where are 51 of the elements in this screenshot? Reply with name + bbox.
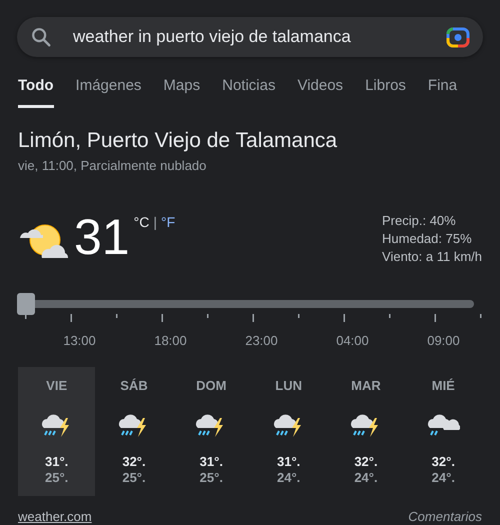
search-tab[interactable]: Noticias [222, 77, 276, 108]
forecast-day[interactable]: LUN 31°. 24°. [250, 367, 328, 496]
time-label: 13:00 [62, 332, 97, 350]
low-temp: 24°. [276, 470, 302, 486]
day-label: VIE [45, 377, 68, 395]
camera-icon[interactable] [446, 26, 470, 48]
day-label: MIÉ [430, 377, 456, 395]
time-label: 23:00 [244, 332, 279, 350]
low-temp: 24°. [353, 470, 379, 486]
day-label: DOM [195, 377, 228, 395]
day-label: SÁB [119, 377, 149, 395]
high-temp: 32°. [353, 454, 379, 470]
high-temp: 32°. [121, 454, 147, 470]
forecast-day[interactable]: MIÉ 32°. 24°. [404, 367, 482, 496]
time-label: 09:00 [426, 332, 461, 350]
time-label: 04:00 [335, 332, 370, 350]
timeline-slider[interactable] [18, 292, 474, 314]
search-tab[interactable]: Imágenes [76, 77, 142, 108]
forecast-day[interactable]: DOM 31°. 25°. [172, 367, 250, 496]
forecast-day[interactable]: SÁB 32°. 25°. [95, 367, 173, 496]
search-field[interactable]: weather in puerto viejo de talamanca [17, 17, 483, 57]
day-label: LUN [274, 377, 303, 395]
low-temp: 25°. [198, 470, 224, 486]
weather-detail: Precip.: 40% [382, 212, 457, 230]
low-temp: 24°. [430, 470, 456, 486]
high-temp: 31°. [276, 454, 302, 470]
feedback-link[interactable]: Comentarios [408, 506, 482, 525]
unit-separator: | [153, 214, 157, 230]
low-temp: 25°. [121, 470, 147, 486]
time-label: 18:00 [153, 332, 188, 350]
search-tab[interactable]: Videos [297, 77, 344, 108]
forecast-day[interactable]: MAR 32°. 24°. [327, 367, 405, 496]
high-temp: 31°. [198, 454, 224, 470]
weather-detail: Viento: a 11 km/h [382, 248, 482, 266]
search-tab[interactable]: Fina [428, 77, 458, 108]
search-tab[interactable]: Todo [18, 77, 54, 108]
temperature: 31 [74, 212, 130, 262]
high-temp: 31°. [44, 454, 70, 470]
unit-toggle[interactable]: °F [160, 214, 176, 230]
search-tab[interactable]: Maps [163, 77, 200, 108]
source-link[interactable]: weather.com [18, 506, 92, 525]
high-temp: 32°. [430, 454, 456, 470]
low-temp: 25°. [44, 470, 70, 486]
weather-subtitle: vie, 11:00, Parcialmente nublado [18, 157, 208, 175]
forecast-day[interactable]: VIE 31°. 25°. [18, 367, 96, 496]
search-icon[interactable] [30, 26, 52, 48]
day-label: MAR [350, 377, 382, 395]
unit-toggle[interactable]: °C [134, 214, 150, 230]
weather-detail: Humedad: 75% [382, 230, 473, 248]
location-title: Limón, Puerto Viejo de Talamanca [18, 128, 338, 154]
search-tab[interactable]: Libros [365, 77, 406, 108]
